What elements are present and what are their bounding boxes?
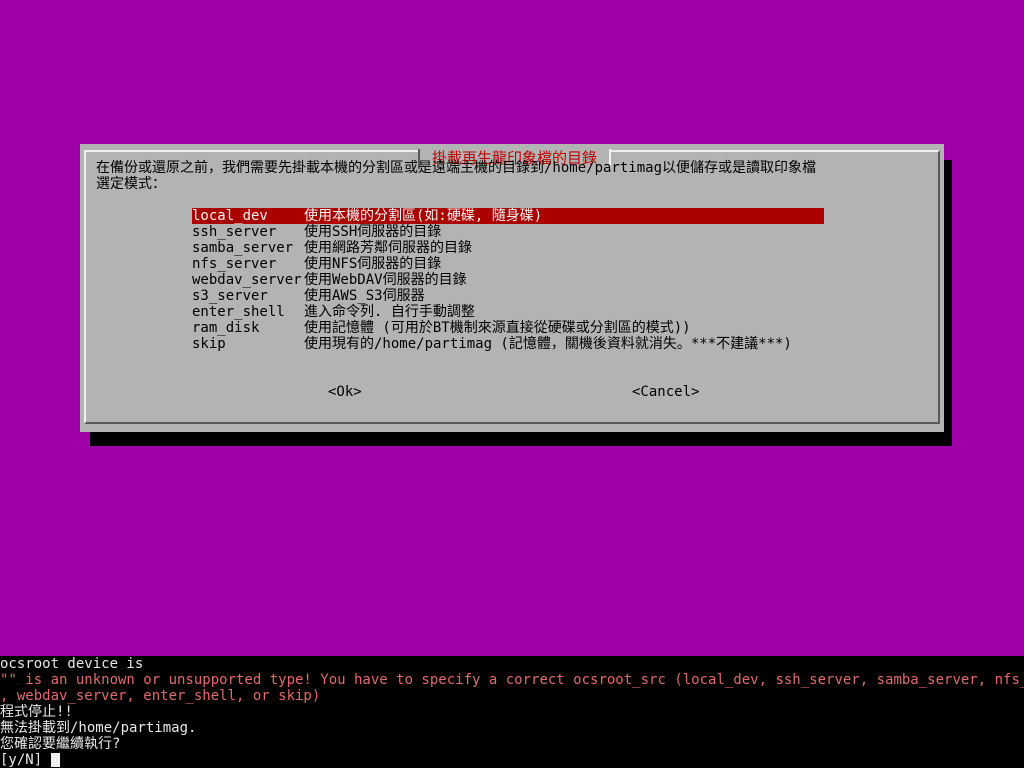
menu-item-key: samba_server: [192, 240, 294, 256]
text-cursor: [50, 753, 60, 767]
menu-item-desc: 使用SSH伺服器的目錄: [304, 224, 442, 240]
menu-item-key: webdav_server: [192, 272, 302, 288]
menu-item-desc: 使用NFS伺服器的目錄: [304, 256, 442, 272]
terminal-prompt-line[interactable]: [y/N]: [0, 752, 1024, 768]
menu-item-s3-server[interactable]: s3_server 使用AWS_S3伺服器: [192, 288, 824, 304]
menu-item-desc: 使用現有的/home/partimag (記憶體，關機後資料就消失。***不建議…: [304, 336, 792, 352]
prompt-line-2: 選定模式：: [96, 176, 166, 192]
menu-item-nfs-server[interactable]: nfs_server 使用NFS伺服器的目錄: [192, 256, 824, 272]
terminal-line: 程式停止!!: [0, 704, 73, 720]
menu-item-ssh-server[interactable]: ssh_server 使用SSH伺服器的目錄: [192, 224, 824, 240]
menu-item-key: nfs_server: [192, 256, 277, 272]
menu-item-desc: 使用網路芳鄰伺服器的目錄: [304, 240, 472, 256]
menu-item-key: ssh_server: [192, 224, 277, 240]
menu-item-desc: 使用記憶體 (可用於BT機制來源直接從硬碟或分割區的模式)): [304, 320, 691, 336]
terminal-output: ocsroot device is "" is an unknown or un…: [0, 656, 1024, 768]
menu-item-enter-shell[interactable]: enter_shell 進入命令列. 自行手動調整: [192, 304, 824, 320]
menu-item-webdav-server[interactable]: webdav_server 使用WebDAV伺服器的目錄: [192, 272, 824, 288]
menu-item-samba-server[interactable]: samba_server 使用網路芳鄰伺服器的目錄: [192, 240, 824, 256]
menu-item-desc: 使用AWS_S3伺服器: [304, 288, 425, 304]
prompt-line-1: 在備份或還原之前，我們需要先掛載本機的分割區或是遠端主機的目錄到/home/pa…: [96, 160, 816, 176]
mount-dialog: 掛載再生龍印象檔的目錄 在備份或還原之前，我們需要先掛載本機的分割區或是遠端主機…: [80, 144, 944, 432]
terminal-prompt: [y/N]: [0, 752, 51, 768]
dialog-prompt: 在備份或還原之前，我們需要先掛載本機的分割區或是遠端主機的目錄到/home/pa…: [96, 160, 928, 192]
terminal-line: ocsroot device is: [0, 656, 144, 672]
menu-item-key: skip: [192, 336, 226, 352]
menu-item-desc: 使用WebDAV伺服器的目錄: [304, 272, 467, 288]
menu-item-local-dev[interactable]: local_dev 使用本機的分割區(如:硬碟, 隨身碟): [192, 208, 824, 224]
menu-item-ram-disk[interactable]: ram_disk 使用記憶體 (可用於BT機制來源直接從硬碟或分割區的模式)): [192, 320, 824, 336]
menu-item-key: s3_server: [192, 288, 268, 304]
menu-item-key: local_dev: [192, 208, 268, 224]
terminal-error-line: , webdav_server, enter_shell, or skip): [0, 688, 321, 704]
ok-button[interactable]: <Ok>: [328, 384, 362, 400]
menu-item-key: ram_disk: [192, 320, 260, 336]
cancel-button[interactable]: <Cancel>: [632, 384, 699, 400]
terminal-line: 無法掛載到/home/partimag.: [0, 720, 197, 736]
screen: 掛載再生龍印象檔的目錄 在備份或還原之前，我們需要先掛載本機的分割區或是遠端主機…: [0, 0, 1024, 768]
menu-item-key: enter_shell: [192, 304, 285, 320]
menu-item-desc: 進入命令列. 自行手動調整: [304, 304, 475, 320]
terminal-error-line: "" is an unknown or unsupported type! Yo…: [0, 672, 1024, 688]
menu-item-desc: 使用本機的分割區(如:硬碟, 隨身碟): [304, 208, 543, 224]
mode-menu: local_dev 使用本機的分割區(如:硬碟, 隨身碟) ssh_server 使…: [192, 208, 824, 352]
menu-item-skip[interactable]: skip 使用現有的/home/partimag (記憶體，關機後資料就消失。**…: [192, 336, 824, 352]
terminal-line: 您確認要繼續執行?: [0, 736, 121, 752]
